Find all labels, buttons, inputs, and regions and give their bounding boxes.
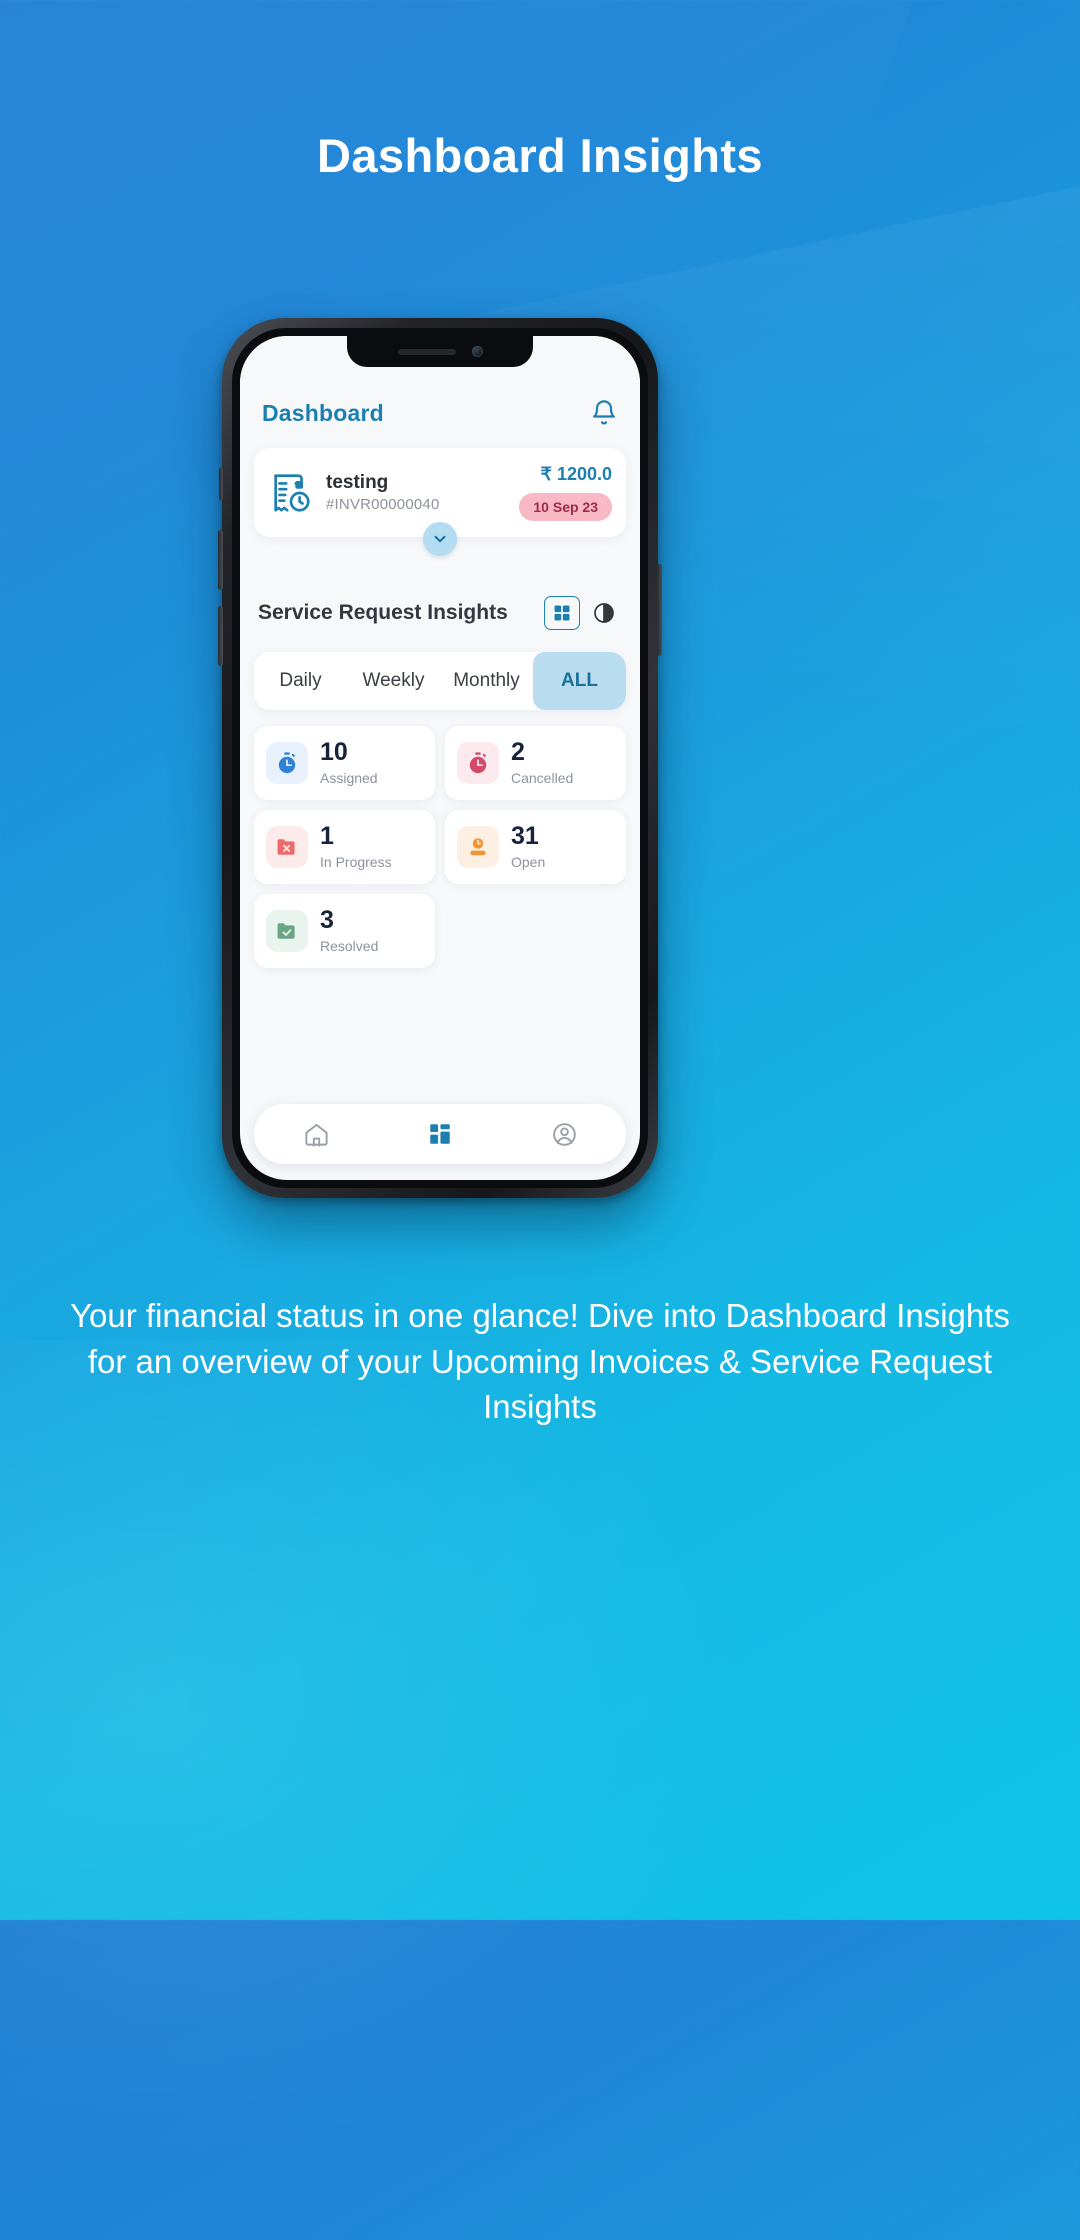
invoice-meta-block: ₹ 1200.0 10 Sep 23 bbox=[519, 464, 612, 521]
stat-label: Resolved bbox=[320, 938, 379, 954]
pie-chart-view-icon[interactable] bbox=[586, 596, 622, 630]
stopwatch-blue-icon bbox=[266, 742, 308, 784]
stat-card-grid: 10 Assigned 2 Cancelled 1 In Progress 31… bbox=[254, 726, 626, 968]
stat-value: 1 bbox=[320, 822, 334, 850]
stat-label: In Progress bbox=[320, 854, 392, 870]
phone-power-button bbox=[657, 564, 662, 656]
tab-weekly[interactable]: Weekly bbox=[347, 652, 440, 710]
insights-header: Service Request Insights bbox=[258, 596, 622, 630]
stat-card-open[interactable]: 31 Open bbox=[445, 810, 626, 884]
page-caption: Your financial status in one glance! Div… bbox=[70, 1297, 1010, 1426]
folder-check-icon bbox=[266, 910, 308, 952]
phone-notch bbox=[347, 336, 533, 367]
background-sheen-bottom bbox=[0, 1340, 840, 2240]
stat-value: 10 bbox=[320, 738, 348, 766]
invoice-number: #INVR00000040 bbox=[326, 496, 440, 514]
folder-cancel-icon bbox=[266, 826, 308, 868]
stat-text-block: 1 In Progress bbox=[320, 822, 392, 871]
stat-text-block: 2 Cancelled bbox=[511, 738, 574, 787]
stopwatch-red-icon bbox=[457, 742, 499, 784]
stat-card-resolved[interactable]: 3 Resolved bbox=[254, 894, 435, 968]
stat-text-block: 10 Assigned bbox=[320, 738, 378, 787]
page-title: Dashboard Insights bbox=[317, 129, 763, 182]
stat-label: Cancelled bbox=[511, 770, 574, 786]
dashboard-icon[interactable] bbox=[425, 1119, 455, 1149]
stat-text-block: 3 Resolved bbox=[320, 906, 379, 955]
invoice-date-badge: 10 Sep 23 bbox=[519, 493, 612, 521]
stat-label: Assigned bbox=[320, 770, 378, 786]
stat-label: Open bbox=[511, 854, 546, 870]
front-camera-icon bbox=[471, 346, 483, 357]
stat-card-cancelled[interactable]: 2 Cancelled bbox=[445, 726, 626, 800]
invoice-expander-row bbox=[240, 522, 640, 556]
tab-all[interactable]: ALL bbox=[533, 652, 626, 710]
stat-value: 31 bbox=[511, 822, 539, 850]
phone-bezel: Dashboard testing #INVR00000040 ₹ 1200.0… bbox=[232, 328, 648, 1188]
app-title: Dashboard bbox=[262, 399, 384, 426]
invoice-clock-icon bbox=[268, 470, 314, 516]
clock-person-icon bbox=[457, 826, 499, 868]
invoice-text-block: testing #INVR00000040 bbox=[326, 472, 507, 514]
stat-text-block: 31 Open bbox=[511, 822, 546, 871]
phone-volume-down-button bbox=[218, 606, 223, 666]
earpiece-speaker bbox=[397, 348, 456, 355]
phone-volume-up-button bbox=[218, 530, 223, 590]
stat-card-in-progress[interactable]: 1 In Progress bbox=[254, 810, 435, 884]
invoice-amount: ₹ 1200.0 bbox=[540, 464, 612, 484]
grid-view-icon[interactable] bbox=[544, 596, 580, 630]
bell-icon[interactable] bbox=[590, 398, 618, 428]
stat-value: 2 bbox=[511, 738, 525, 766]
stat-value: 3 bbox=[320, 906, 334, 934]
tab-daily[interactable]: Daily bbox=[254, 652, 347, 710]
phone-screen: Dashboard testing #INVR00000040 ₹ 1200.0… bbox=[240, 336, 640, 1180]
phone-mockup: Dashboard testing #INVR00000040 ₹ 1200.0… bbox=[218, 318, 662, 1206]
bottom-navigation-bar bbox=[254, 1104, 626, 1164]
chevron-down-icon[interactable] bbox=[423, 522, 457, 556]
view-toggle-group bbox=[544, 596, 622, 630]
phone-frame: Dashboard testing #INVR00000040 ₹ 1200.0… bbox=[218, 318, 662, 1198]
home-icon[interactable] bbox=[301, 1119, 331, 1149]
phone-mute-switch bbox=[219, 468, 223, 500]
invoice-name: testing bbox=[326, 471, 389, 493]
stat-card-assigned[interactable]: 10 Assigned bbox=[254, 726, 435, 800]
insights-title: Service Request Insights bbox=[258, 601, 508, 624]
tab-monthly[interactable]: Monthly bbox=[440, 652, 533, 710]
profile-icon[interactable] bbox=[549, 1119, 579, 1149]
period-tabs: Daily Weekly Monthly ALL bbox=[254, 652, 626, 710]
